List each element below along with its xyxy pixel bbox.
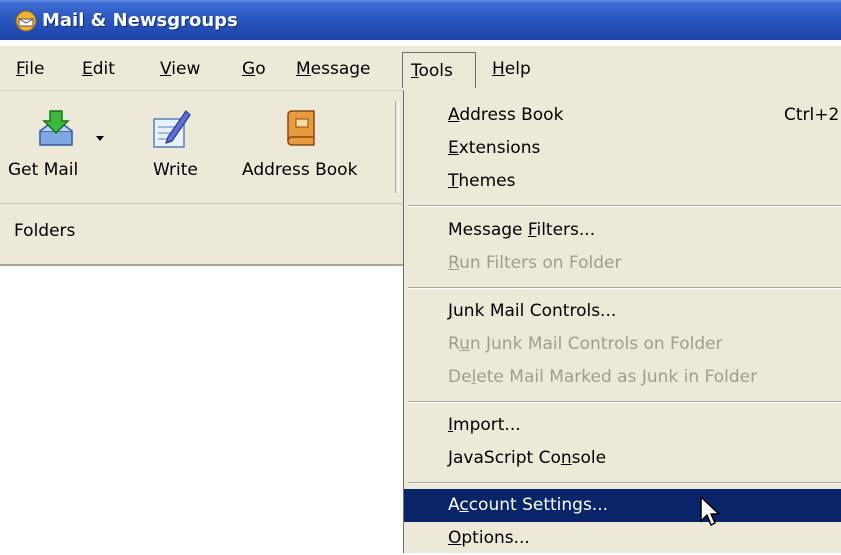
- menu-help[interactable]: Help: [484, 56, 539, 82]
- mouse-cursor-icon: [700, 496, 720, 526]
- menu-file[interactable]: File: [8, 56, 52, 82]
- title-bar: Mail & Newsgroups: [0, 0, 841, 40]
- address-book-label: Address Book: [242, 160, 358, 180]
- toolbar-divider: [395, 101, 399, 193]
- menu-item-message-filters[interactable]: Message Filters...: [404, 214, 841, 247]
- write-icon: [153, 110, 191, 148]
- menu-item-junk-controls[interactable]: Junk Mail Controls...: [404, 295, 841, 328]
- get-mail-button[interactable]: Get Mail: [8, 101, 118, 191]
- write-label: Write: [153, 160, 198, 180]
- menu-edit[interactable]: Edit: [74, 56, 123, 82]
- menu-item-js-console[interactable]: JavaScript Console: [404, 442, 841, 475]
- menu-item-options[interactable]: Options...: [404, 522, 841, 555]
- window-title: Mail & Newsgroups: [42, 10, 238, 31]
- write-button[interactable]: Write: [126, 101, 216, 191]
- menu-go[interactable]: Go: [234, 56, 274, 82]
- menu-separator: [408, 482, 841, 484]
- shortcut-label: Ctrl+2: [784, 105, 840, 125]
- menu-item-delete-junk: Delete Mail Marked as Junk in Folder: [448, 367, 758, 387]
- menu-item-themes[interactable]: Themes: [404, 165, 841, 198]
- address-book-icon: [287, 110, 315, 146]
- menu-item-import[interactable]: Import...: [404, 409, 841, 442]
- menu-item-account-settings[interactable]: Account Settings...: [404, 489, 841, 522]
- tools-menu: Address Book Ctrl+2 Extensions Themes Me…: [403, 90, 841, 553]
- menu-view[interactable]: View: [152, 56, 208, 82]
- menu-message[interactable]: Message: [288, 56, 379, 82]
- menu-separator: [408, 205, 841, 207]
- get-mail-icon: [39, 110, 73, 146]
- menu-separator: [408, 287, 841, 289]
- menu-item-run-filters: Run Filters on Folder: [448, 253, 622, 273]
- mail-globe-icon: [15, 10, 37, 32]
- dropdown-arrow-icon[interactable]: [95, 135, 105, 143]
- menu-item-run-junk: Run Junk Mail Controls on Folder: [448, 334, 723, 354]
- menu-separator: [408, 401, 841, 403]
- menu-bar: File Edit View Go Message Tools Help: [0, 46, 841, 91]
- menu-item-address-book[interactable]: Address Book Ctrl+2: [404, 99, 841, 132]
- address-book-button[interactable]: Address Book: [236, 101, 386, 191]
- folders-header: Folders: [14, 221, 76, 241]
- menu-item-extensions[interactable]: Extensions: [404, 132, 841, 165]
- get-mail-label: Get Mail: [8, 160, 79, 180]
- menu-tools[interactable]: Tools: [402, 52, 476, 88]
